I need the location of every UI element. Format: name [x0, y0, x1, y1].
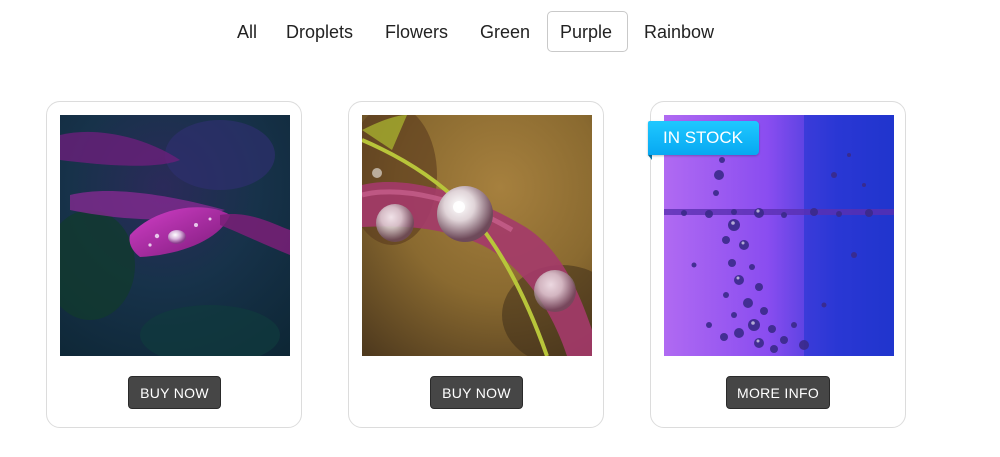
product-image-purple-petal[interactable]: [60, 115, 290, 356]
filter-flowers[interactable]: Flowers: [372, 11, 462, 52]
in-stock-badge: IN STOCK: [648, 121, 759, 155]
buy-now-button[interactable]: BUY NOW: [128, 376, 221, 409]
filter-rainbow[interactable]: Rainbow: [631, 11, 728, 52]
filter-droplets[interactable]: Droplets: [273, 11, 367, 52]
product-card: BUY NOW: [348, 101, 604, 428]
filter-all[interactable]: All: [224, 11, 271, 52]
product-image-droplets-stem[interactable]: [362, 115, 592, 356]
product-card: MORE INFO IN STOCK: [648, 101, 906, 428]
more-info-button[interactable]: MORE INFO: [726, 376, 830, 409]
filter-green[interactable]: Green: [467, 11, 544, 52]
filter-purple[interactable]: Purple: [547, 11, 628, 52]
product-card: BUY NOW: [46, 101, 302, 428]
filter-bar: All Droplets Flowers Green Purple Rainbo…: [0, 11, 1000, 52]
badge-fold: [648, 155, 652, 160]
buy-now-button[interactable]: BUY NOW: [430, 376, 523, 409]
